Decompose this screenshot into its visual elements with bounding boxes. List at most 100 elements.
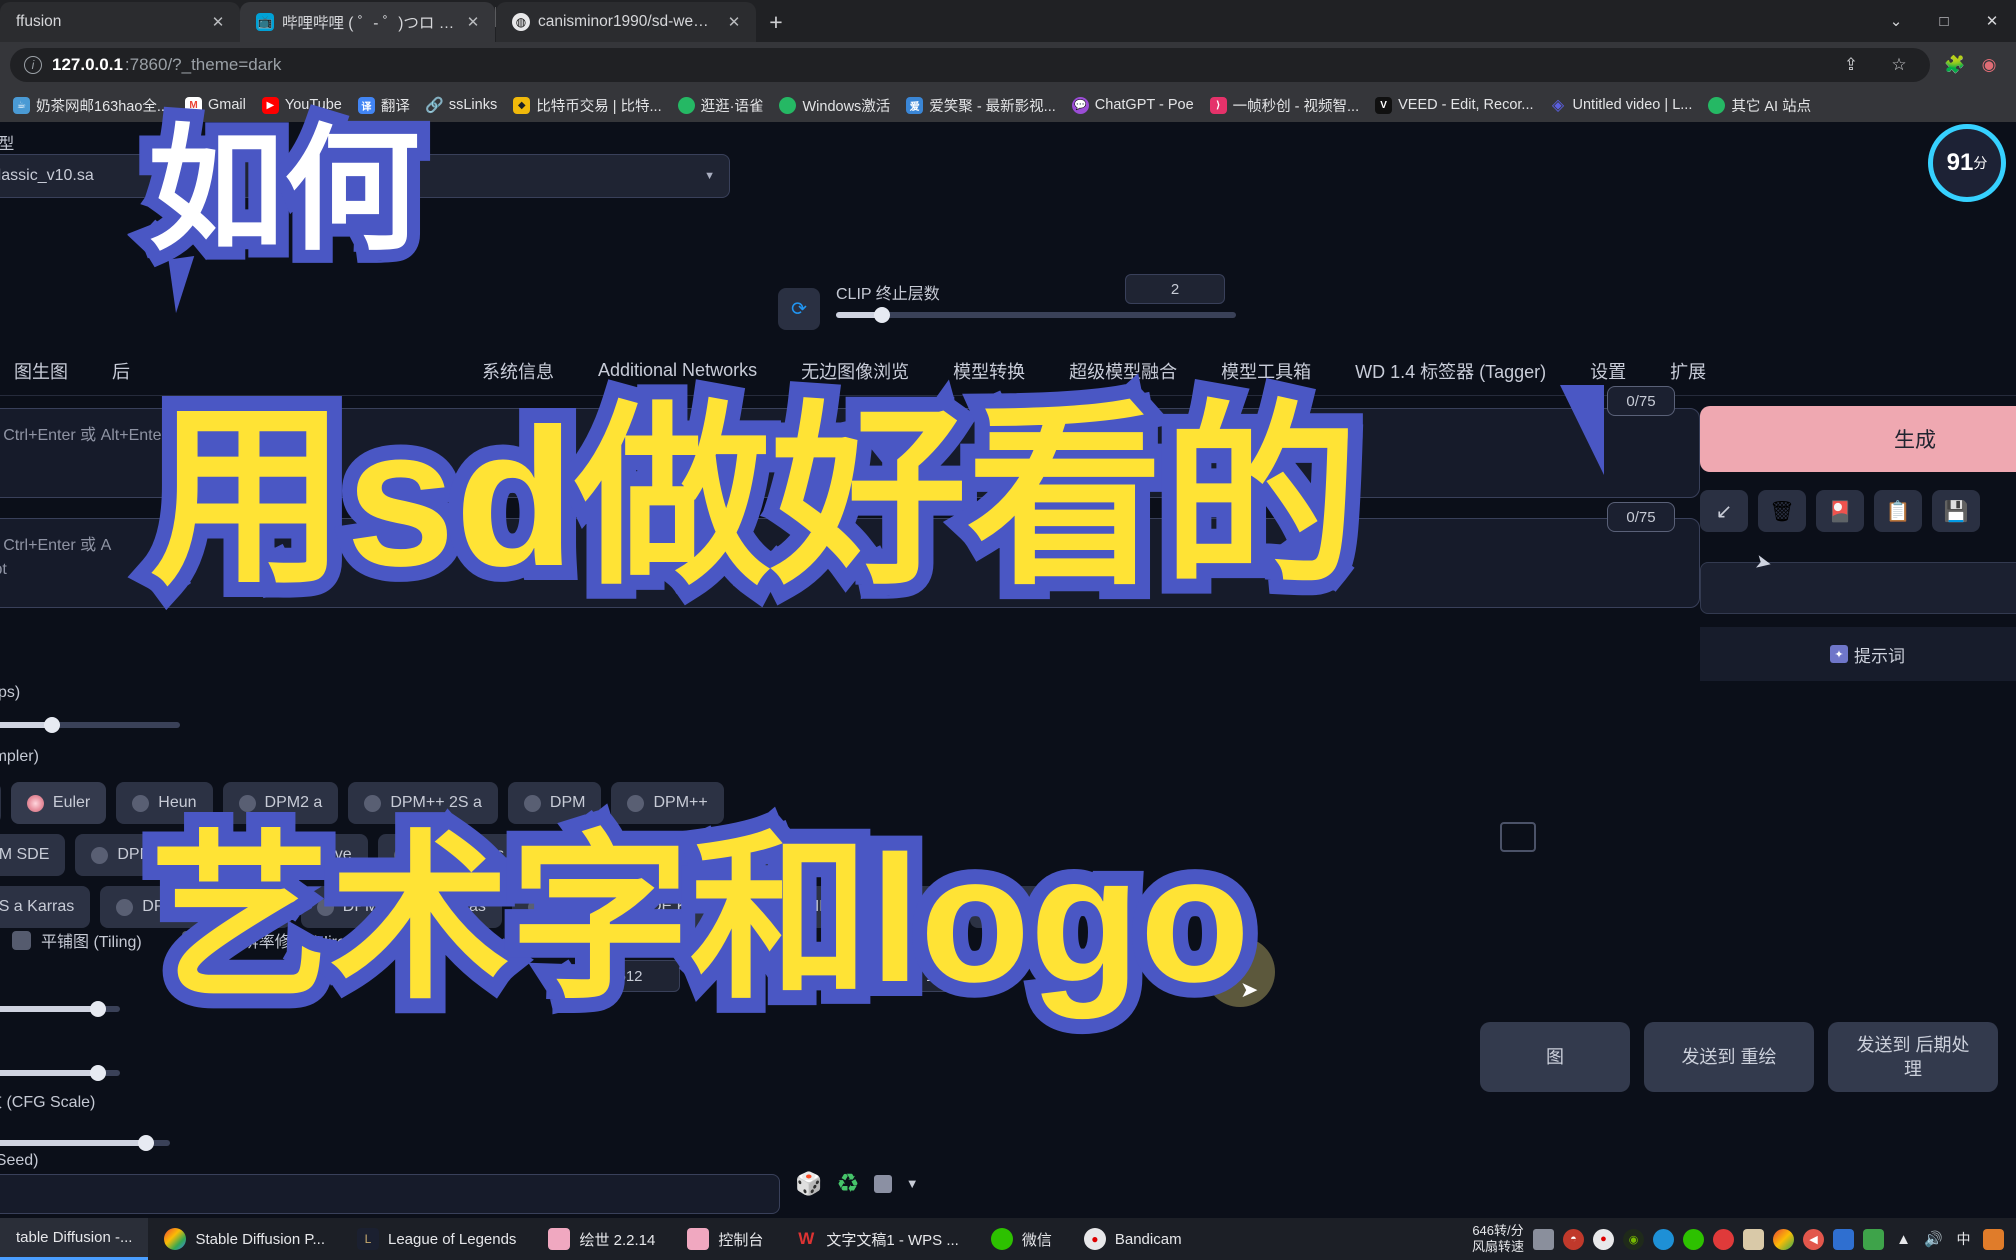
steps-slider[interactable]	[0, 717, 180, 733]
bookmark-item[interactable]: 爱爱笑聚 - 最新影视...	[899, 92, 1062, 119]
taskbar-item-console[interactable]: 控制台	[671, 1218, 779, 1260]
clip-skip-slider[interactable]	[836, 307, 1236, 323]
extensions-icon[interactable]: 🧩	[1938, 48, 1972, 82]
browser-tab-2[interactable]: ◍ canisminor1990/sd-webui-lob ✕	[496, 2, 756, 42]
styles-select[interactable]: ✕ ▼	[1700, 562, 2016, 614]
new-tab-button[interactable]: +	[756, 5, 796, 39]
close-icon[interactable]: ✕	[208, 12, 228, 32]
taskbar-item-lol[interactable]: L League of Legends	[341, 1218, 532, 1260]
security-icon[interactable]	[1713, 1228, 1734, 1250]
tab-model-toolkit[interactable]: 模型工具箱	[1199, 358, 1333, 384]
slider-knob[interactable]	[44, 717, 60, 733]
tab-infinite-browsing[interactable]: 无边图像浏览	[779, 358, 931, 384]
bookmark-item[interactable]: Windows激活	[772, 92, 897, 119]
bookmark-item[interactable]: 其它 AI 站点	[1701, 92, 1818, 119]
dice-icon[interactable]: 🎲	[795, 1171, 822, 1197]
chevron-down-icon[interactable]: ▼	[906, 1176, 919, 1191]
tab-supermerger[interactable]: 超级模型融合	[1047, 358, 1199, 384]
blue-icon[interactable]	[1833, 1228, 1854, 1250]
tray-more-icon[interactable]	[1983, 1228, 2004, 1250]
browser-tab-0[interactable]: ffusion ✕	[0, 2, 240, 42]
sampler-chip[interactable]: DPM2 a	[222, 782, 339, 824]
tab-system-info[interactable]: 系统信息	[152, 358, 576, 384]
tab-settings[interactable]: 设置	[1568, 358, 1648, 384]
extra-networks-icon[interactable]: 🎴	[1816, 490, 1864, 532]
cat-icon[interactable]	[1743, 1228, 1764, 1250]
monitor-icon[interactable]	[1533, 1228, 1554, 1250]
bookmark-item[interactable]: ⟩ 一帧秒创 - 视频智...	[1203, 92, 1366, 119]
bookmark-label: 比特币交易 | 比特...	[536, 98, 662, 115]
taskbar-item-wps[interactable]: W 文字文稿1 - WPS ...	[779, 1218, 975, 1260]
media-icon[interactable]: ◀	[1803, 1228, 1824, 1250]
record-icon[interactable]: ●	[1593, 1228, 1614, 1250]
refresh-icon[interactable]: ⟳	[778, 288, 820, 330]
taskbar-item-bandicam[interactable]: ● Bandicam	[1068, 1218, 1198, 1260]
sampler-chip[interactable]: + 2S a Karras	[0, 886, 91, 928]
sampler-chip-euler[interactable]: Euler	[10, 782, 107, 824]
minimize-button[interactable]: ⌄	[1872, 0, 1920, 42]
sampler-chip[interactable]: DPM++ 2S a	[348, 782, 498, 824]
send-to-inpaint-button[interactable]: 发送到 重绘	[1644, 1022, 1814, 1092]
send-to-img2img-button[interactable]: 图	[1480, 1022, 1630, 1092]
tab-model-convert[interactable]: 模型转换	[931, 358, 1047, 384]
sampler-chip[interactable]: a	[0, 782, 1, 824]
close-icon[interactable]: ✕	[724, 12, 744, 32]
tab-postprocess[interactable]: 后	[90, 358, 152, 384]
nvidia-icon[interactable]: ◉	[1623, 1228, 1644, 1250]
arrow-restore-icon[interactable]: ↙	[1700, 490, 1748, 532]
send-to-extras-button[interactable]: 发送到 后期处理	[1828, 1022, 1998, 1092]
chrome-tray-icon[interactable]	[1773, 1228, 1794, 1250]
profile-icon[interactable]: ◉	[1972, 48, 2006, 82]
taskbar-item-huishi[interactable]: 绘世 2.2.14	[532, 1218, 671, 1260]
recycle-icon[interactable]: ♻	[836, 1168, 859, 1199]
bookmark-item[interactable]: 🔗 ssLinks	[419, 94, 504, 117]
save-style-icon[interactable]: 💾	[1932, 490, 1980, 532]
close-icon[interactable]: ✕	[463, 12, 483, 32]
maximize-button[interactable]: □	[1920, 0, 1968, 42]
bookmark-item[interactable]: ◆ 比特币交易 | 比特...	[506, 92, 668, 119]
generate-button[interactable]: 生成	[1700, 406, 2016, 472]
tiling-checkbox[interactable]	[12, 930, 32, 950]
width-slider[interactable]	[0, 1001, 120, 1017]
browser-tab-1[interactable]: 📺 哔哩哔哩 ( ゜- ゜)つロ 干杯~-bili ✕	[240, 2, 495, 42]
wifi-icon[interactable]: ▲	[1893, 1229, 1914, 1250]
bookmark-item[interactable]: V VEED - Edit, Recor...	[1368, 94, 1540, 117]
prompt-tag-chip[interactable]: ✦ 提示词	[1830, 642, 1905, 667]
volume-icon[interactable]: 🔊	[1923, 1229, 1944, 1250]
slider-knob[interactable]	[138, 1135, 154, 1151]
slider-knob[interactable]	[90, 1065, 106, 1081]
tab-extensions[interactable]: 扩展	[1648, 358, 1728, 384]
slider-knob[interactable]	[90, 1001, 106, 1017]
address-bar[interactable]: i 127.0.0.1 :7860/?_theme=dark ⇪ ☆	[10, 48, 1930, 82]
checkbox-icon[interactable]	[873, 1174, 892, 1193]
sampler-chip[interactable]: + 2M SDE	[0, 834, 66, 876]
height-slider[interactable]	[0, 1065, 120, 1081]
tab-img2img[interactable]: 图生图	[0, 358, 90, 384]
tab-tagger[interactable]: WD 1.4 标签器 (Tagger)	[1333, 358, 1568, 384]
seed-input[interactable]	[0, 1174, 780, 1214]
close-window-button[interactable]: ✕	[1968, 0, 2016, 42]
clip-skip-value[interactable]: 2	[1125, 274, 1225, 304]
bookmark-star-icon[interactable]: ☆	[1882, 48, 1916, 82]
pacman-icon[interactable]: ◓	[1563, 1228, 1584, 1250]
taskbar-item-chrome[interactable]: Stable Diffusion P...	[148, 1218, 341, 1260]
drive-icon[interactable]	[1653, 1228, 1674, 1250]
bookmark-item[interactable]: 💬 ChatGPT - Poe	[1065, 94, 1201, 117]
cleaner-icon[interactable]	[1683, 1228, 1704, 1250]
taskbar-item-sd[interactable]: table Diffusion -...	[0, 1218, 149, 1260]
translate-icon: 译	[357, 96, 375, 114]
bookmark-item[interactable]: ◈ Untitled video | L...	[1543, 94, 1700, 117]
sampler-chip[interactable]: Heun	[116, 782, 213, 824]
tab-additional-networks[interactable]: Additional Networks	[576, 360, 779, 381]
taskbar-item-wechat[interactable]: 微信	[975, 1218, 1068, 1260]
bookmark-item[interactable]: 逛逛·语雀	[671, 92, 771, 119]
sampler-chip[interactable]: DPM++	[611, 782, 724, 824]
share-icon[interactable]: ⇪	[1834, 48, 1868, 82]
slider-knob[interactable]	[874, 307, 890, 323]
ime-zh-icon[interactable]: 中	[1953, 1229, 1974, 1250]
sampler-chip[interactable]: DPM	[507, 782, 602, 824]
sampler-label-text: DPM++ 2S a	[390, 794, 482, 811]
clipboard-icon[interactable]: 📋	[1874, 490, 1922, 532]
trash-icon[interactable]: 🗑	[1758, 490, 1806, 532]
green-icon[interactable]	[1863, 1228, 1884, 1250]
